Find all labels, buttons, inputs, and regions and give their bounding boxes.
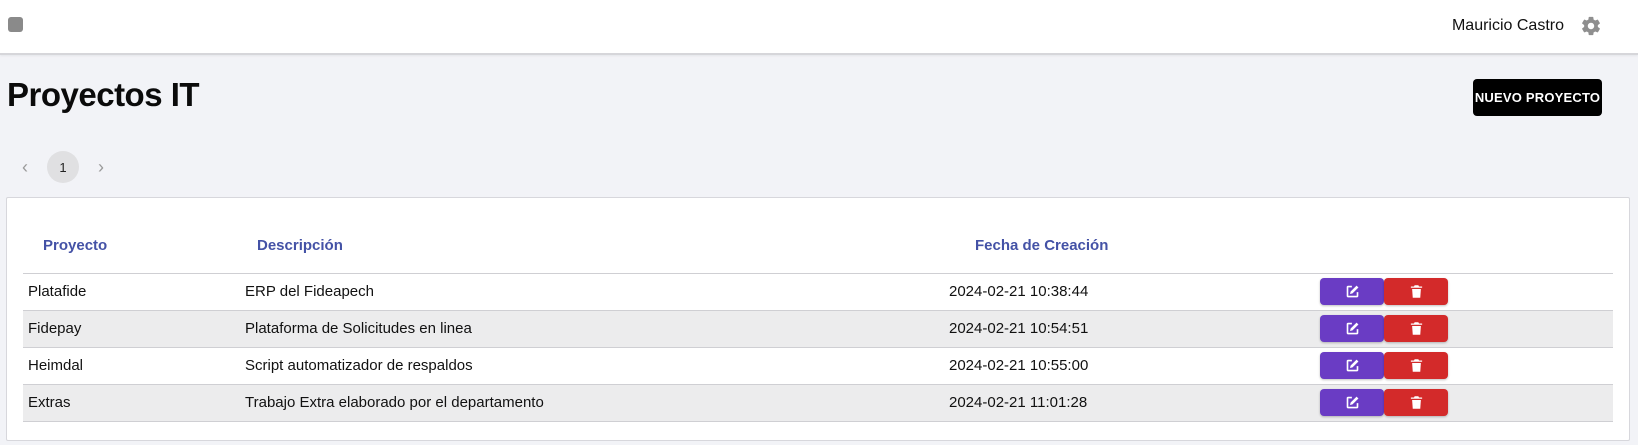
cell-actions (1320, 347, 1613, 385)
table-row: Heimdal Script automatizador de respaldo… (23, 347, 1613, 385)
cell-fecha: 2024-02-21 10:54:51 (949, 310, 1320, 348)
chevron-left-icon[interactable]: ‹ (13, 151, 37, 183)
cell-descripcion: Trabajo Extra elaborado por el departame… (245, 384, 949, 422)
trash-icon (1410, 322, 1422, 335)
cell-fecha: 2024-02-21 11:01:28 (949, 384, 1320, 422)
cell-actions (1320, 384, 1613, 422)
top-bar: Mauricio Castro (0, 0, 1638, 55)
column-header-fecha[interactable]: Fecha de Creación (949, 218, 1320, 274)
edit-button[interactable] (1320, 315, 1384, 342)
column-header-proyecto[interactable]: Proyecto (23, 218, 245, 274)
cell-proyecto: Fidepay (23, 310, 245, 348)
table-row: Extras Trabajo Extra elaborado por el de… (23, 384, 1613, 422)
edit-icon (1346, 396, 1358, 409)
delete-button[interactable] (1384, 278, 1448, 305)
trash-icon (1410, 285, 1422, 298)
delete-button[interactable] (1384, 389, 1448, 416)
edit-button[interactable] (1320, 278, 1384, 305)
cell-proyecto: Platafide (23, 273, 245, 311)
trash-icon (1410, 396, 1422, 409)
table-row: Fidepay Plataforma de Solicitudes en lin… (23, 310, 1613, 348)
user-name[interactable]: Mauricio Castro (1452, 17, 1564, 35)
menu-square-icon[interactable] (8, 17, 23, 32)
column-header-descripcion[interactable]: Descripción (245, 218, 949, 274)
page-number-button[interactable]: 1 (47, 151, 79, 183)
column-header-actions (1320, 218, 1613, 274)
cell-actions (1320, 273, 1613, 311)
cell-descripcion: Script automatizador de respaldos (245, 347, 949, 385)
table-header-row: Proyecto Descripción Fecha de Creación (23, 218, 1613, 274)
delete-button[interactable] (1384, 352, 1448, 379)
cell-descripcion: ERP del Fideapech (245, 273, 949, 311)
edit-button[interactable] (1320, 352, 1384, 379)
delete-button[interactable] (1384, 315, 1448, 342)
pagination: ‹ 1 › (13, 150, 113, 184)
edit-icon (1346, 322, 1358, 335)
cell-actions (1320, 310, 1613, 348)
page-title: Proyectos IT (7, 76, 200, 113)
edit-icon (1346, 285, 1358, 298)
chevron-right-icon[interactable]: › (89, 151, 113, 183)
cell-proyecto: Heimdal (23, 347, 245, 385)
cell-proyecto: Extras (23, 384, 245, 422)
cell-fecha: 2024-02-21 10:55:00 (949, 347, 1320, 385)
edit-icon (1346, 359, 1358, 372)
cell-fecha: 2024-02-21 10:38:44 (949, 273, 1320, 311)
new-project-button[interactable]: NUEVO PROYECTO (1473, 79, 1602, 116)
projects-table: Proyecto Descripción Fecha de Creación P… (23, 218, 1613, 422)
gear-icon[interactable] (1580, 15, 1602, 37)
trash-icon (1410, 359, 1422, 372)
cell-descripcion: Plataforma de Solicitudes en linea (245, 310, 949, 348)
edit-button[interactable] (1320, 389, 1384, 416)
projects-card: Proyecto Descripción Fecha de Creación P… (6, 197, 1630, 441)
table-row: Platafide ERP del Fideapech 2024-02-21 1… (23, 273, 1613, 311)
